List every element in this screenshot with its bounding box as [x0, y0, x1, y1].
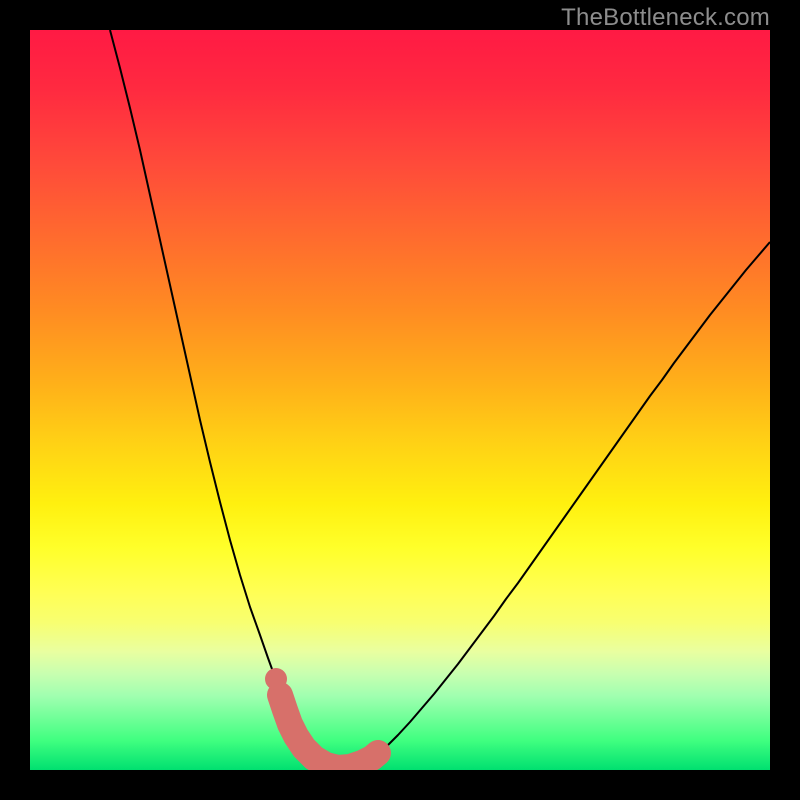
plot-area — [30, 30, 770, 770]
watermark-text: TheBottleneck.com — [561, 4, 770, 32]
highlight-dot — [265, 668, 287, 690]
bottleneck-curve — [110, 30, 770, 769]
highlight-segment — [280, 695, 378, 768]
chart-svg — [30, 30, 770, 770]
chart-container: TheBottleneck.com — [0, 0, 800, 800]
